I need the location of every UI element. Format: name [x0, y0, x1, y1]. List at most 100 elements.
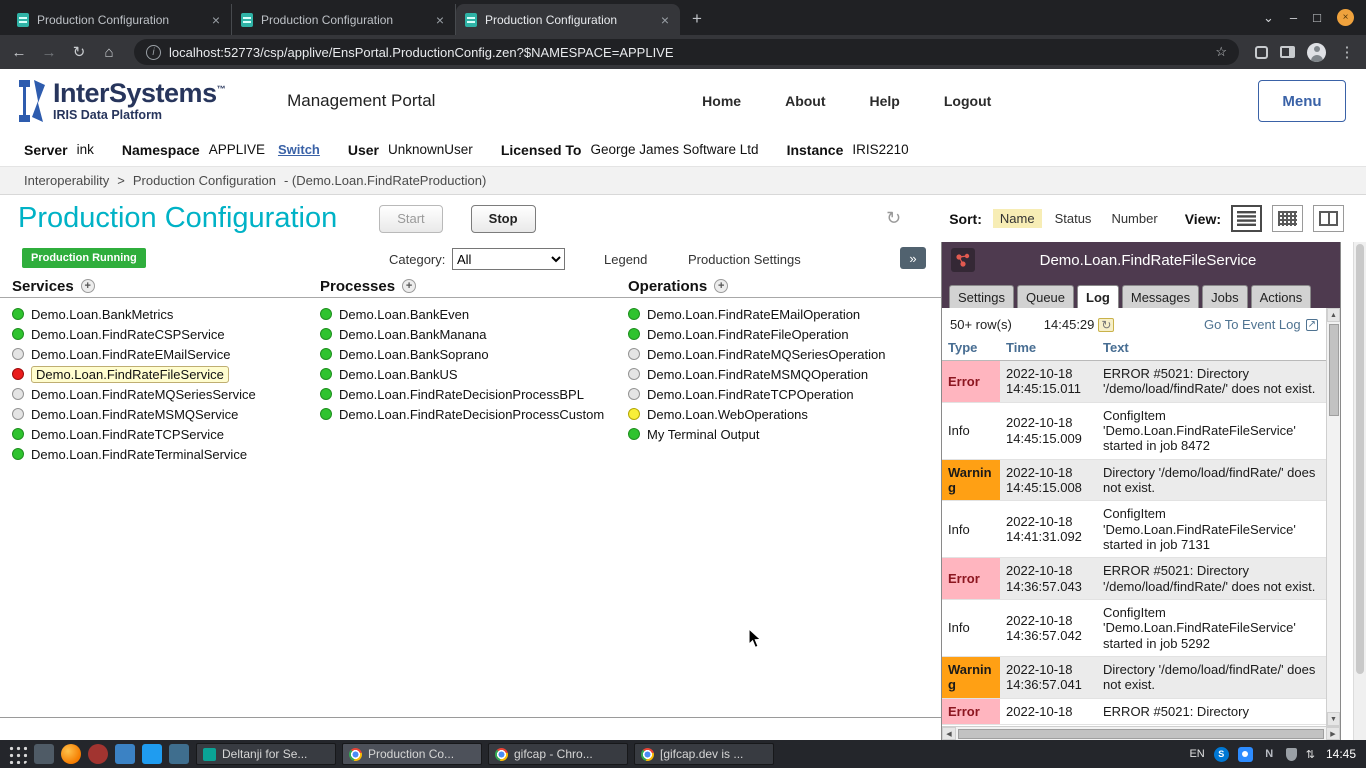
- app-grid-icon[interactable]: [7, 744, 27, 764]
- page-scroll-thumb[interactable]: [1356, 244, 1364, 674]
- maximize-icon[interactable]: □: [1313, 10, 1321, 25]
- nav-link-help[interactable]: Help: [870, 93, 900, 109]
- view-split-button[interactable]: [1313, 205, 1344, 232]
- sort-option-number[interactable]: Number: [1104, 209, 1164, 228]
- log-header-text[interactable]: Text: [1097, 337, 1326, 361]
- scroll-down-icon[interactable]: ▼: [1327, 712, 1340, 726]
- config-item[interactable]: My Terminal Output: [628, 424, 933, 444]
- breadcrumb-page[interactable]: Production Configuration: [133, 173, 276, 188]
- config-item[interactable]: Demo.Loan.FindRateMSMQService: [12, 404, 312, 424]
- add-item-icon[interactable]: +: [402, 279, 416, 293]
- profile-avatar[interactable]: [1307, 43, 1326, 62]
- log-horizontal-scrollbar[interactable]: ◀ ▶: [942, 726, 1340, 740]
- log-header-time[interactable]: Time: [1000, 337, 1097, 361]
- tab-jobs[interactable]: Jobs: [1202, 285, 1247, 308]
- keyboard-layout-indicator[interactable]: EN: [1189, 748, 1204, 760]
- file-manager-icon[interactable]: [34, 744, 54, 764]
- browser-tab[interactable]: Production Configuration×: [8, 4, 232, 35]
- config-item[interactable]: Demo.Loan.FindRateMSMQOperation: [628, 364, 933, 384]
- config-item[interactable]: Demo.Loan.FindRateMQSeriesOperation: [628, 344, 933, 364]
- bookmark-star-icon[interactable]: ☆: [1215, 44, 1227, 60]
- vscode-icon[interactable]: [142, 744, 162, 764]
- side-panel-icon[interactable]: [1280, 46, 1295, 58]
- horizontal-scroll-thumb[interactable]: [958, 729, 1324, 739]
- config-item[interactable]: Demo.Loan.FindRateFileService: [12, 364, 312, 384]
- config-item[interactable]: Demo.Loan.BankUS: [320, 364, 620, 384]
- config-item[interactable]: Demo.Loan.FindRateEMailService: [12, 344, 312, 364]
- browser-tab[interactable]: Production Configuration×: [456, 4, 680, 35]
- log-header-type[interactable]: Type: [942, 337, 1000, 361]
- scroll-right-icon[interactable]: ▶: [1326, 727, 1340, 740]
- scroll-left-icon[interactable]: ◀: [942, 727, 956, 740]
- config-item[interactable]: Demo.Loan.WebOperations: [628, 404, 933, 424]
- go-to-event-log-link[interactable]: Go To Event Log ↗: [1204, 317, 1318, 332]
- refresh-icon[interactable]: ↻: [1098, 318, 1114, 332]
- start-button[interactable]: Start: [379, 205, 442, 233]
- nav-link-logout[interactable]: Logout: [944, 93, 991, 109]
- home-icon[interactable]: ⌂: [100, 44, 118, 61]
- nav-link-home[interactable]: Home: [702, 93, 741, 109]
- documents-icon[interactable]: [115, 744, 135, 764]
- sort-option-status[interactable]: Status: [1048, 209, 1099, 228]
- tab-messages[interactable]: Messages: [1122, 285, 1199, 308]
- tab-close-icon[interactable]: ×: [434, 12, 446, 28]
- tab-close-icon[interactable]: ×: [210, 12, 222, 28]
- media-app-icon[interactable]: [88, 744, 108, 764]
- config-item[interactable]: Demo.Loan.BankMetrics: [12, 304, 312, 324]
- shield-icon[interactable]: [1286, 748, 1297, 761]
- tab-queue[interactable]: Queue: [1017, 285, 1074, 308]
- config-item[interactable]: Demo.Loan.FindRateTCPService: [12, 424, 312, 444]
- intersystems-logo[interactable]: InterSystems™ IRIS Data Platform: [18, 80, 225, 122]
- new-tab-button[interactable]: +: [684, 6, 710, 32]
- back-icon[interactable]: ←: [10, 44, 28, 61]
- stop-button[interactable]: Stop: [471, 205, 536, 233]
- taskbar-window-button[interactable]: Deltanji for Se...: [196, 743, 336, 765]
- config-item[interactable]: Demo.Loan.FindRateDecisionProcessCustom: [320, 404, 620, 424]
- category-select[interactable]: All: [452, 248, 565, 270]
- tab-search-icon[interactable]: ⌄: [1263, 10, 1274, 26]
- view-grid-button[interactable]: [1272, 205, 1303, 232]
- browser-menu-icon[interactable]: ⋮: [1338, 43, 1356, 61]
- forward-icon[interactable]: →: [40, 44, 58, 61]
- tab-log[interactable]: Log: [1077, 285, 1119, 308]
- url-text[interactable]: localhost:52773/csp/applive/EnsPortal.Pr…: [169, 45, 1207, 60]
- add-item-icon[interactable]: +: [81, 279, 95, 293]
- extensions-icon[interactable]: [1255, 46, 1268, 59]
- reload-icon[interactable]: ↻: [70, 43, 88, 61]
- tab-settings[interactable]: Settings: [949, 285, 1014, 308]
- production-settings-link[interactable]: Production Settings: [688, 252, 801, 267]
- legend-link[interactable]: Legend: [604, 252, 647, 267]
- camera-icon[interactable]: [1238, 747, 1253, 762]
- close-icon[interactable]: ×: [1337, 9, 1354, 26]
- notes-icon[interactable]: N: [1262, 747, 1277, 762]
- tab-actions[interactable]: Actions: [1251, 285, 1312, 308]
- expand-panel-button[interactable]: »: [900, 247, 926, 269]
- view-list-button[interactable]: [1231, 205, 1262, 232]
- config-item[interactable]: Demo.Loan.BankSoprano: [320, 344, 620, 364]
- config-item[interactable]: Demo.Loan.FindRateTerminalService: [12, 444, 312, 464]
- skype-icon[interactable]: S: [1214, 747, 1229, 762]
- taskbar-window-button[interactable]: Production Co...: [342, 743, 482, 765]
- network-icon[interactable]: ⇅: [1306, 748, 1315, 761]
- text-editor-icon[interactable]: [169, 744, 189, 764]
- add-item-icon[interactable]: +: [714, 279, 728, 293]
- config-item[interactable]: Demo.Loan.FindRateDecisionProcessBPL: [320, 384, 620, 404]
- tab-close-icon[interactable]: ×: [659, 12, 671, 28]
- config-item[interactable]: Demo.Loan.FindRateMQSeriesService: [12, 384, 312, 404]
- scroll-up-icon[interactable]: ▲: [1327, 308, 1340, 322]
- firefox-icon[interactable]: [61, 744, 81, 764]
- site-info-icon[interactable]: i: [146, 45, 161, 60]
- address-bar[interactable]: i localhost:52773/csp/applive/EnsPortal.…: [134, 39, 1239, 65]
- config-item[interactable]: Demo.Loan.BankManana: [320, 324, 620, 344]
- nav-link-about[interactable]: About: [785, 93, 825, 109]
- switch-link[interactable]: Switch: [278, 142, 320, 157]
- config-item[interactable]: Demo.Loan.BankEven: [320, 304, 620, 324]
- page-scrollbar[interactable]: [1353, 242, 1366, 740]
- config-item[interactable]: Demo.Loan.FindRateEMailOperation: [628, 304, 933, 324]
- config-item[interactable]: Demo.Loan.FindRateFileOperation: [628, 324, 933, 344]
- config-item[interactable]: Demo.Loan.FindRateCSPService: [12, 324, 312, 344]
- browser-tab[interactable]: Production Configuration×: [232, 4, 456, 35]
- minimize-icon[interactable]: –: [1290, 10, 1297, 25]
- menu-button[interactable]: Menu: [1258, 80, 1346, 122]
- taskbar-window-button[interactable]: gifcap - Chro...: [488, 743, 628, 765]
